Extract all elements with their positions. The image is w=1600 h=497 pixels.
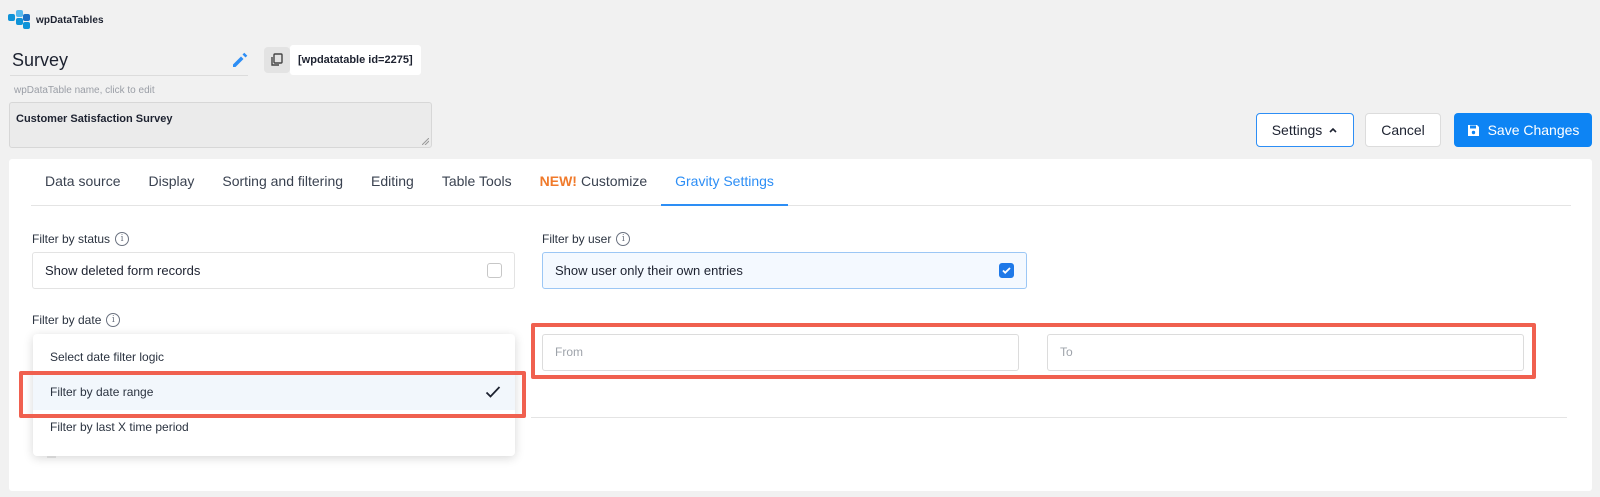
- show-deleted-records-checkbox[interactable]: [487, 263, 502, 278]
- tab-gravity-settings[interactable]: Gravity Settings: [661, 159, 788, 206]
- floppy-disk-icon: [1467, 124, 1479, 136]
- dropdown-option-last-x-period[interactable]: Filter by last X time period: [33, 410, 515, 445]
- filter-status-label: Filter by status i: [32, 232, 130, 246]
- hidden-checkbox-edge: [47, 456, 56, 458]
- filter-date-label: Filter by date i: [32, 313, 121, 327]
- resize-grip-icon[interactable]: [422, 138, 429, 145]
- tab-data-source[interactable]: Data source: [31, 159, 134, 206]
- new-badge: NEW!: [539, 173, 577, 189]
- dropdown-option-select-logic[interactable]: Select date filter logic: [33, 340, 515, 375]
- filter-status-label-text: Filter by status: [32, 232, 111, 246]
- dropdown-option-date-range[interactable]: Filter by date range: [33, 375, 515, 410]
- tab-table-tools[interactable]: Table Tools: [428, 159, 526, 206]
- filter-user-label-text: Filter by user: [542, 232, 612, 246]
- date-from-input[interactable]: From: [542, 334, 1019, 371]
- settings-button[interactable]: Settings: [1256, 113, 1354, 147]
- table-name-hint: wpDataTable name, click to edit: [14, 85, 155, 96]
- show-deleted-records-label: Show deleted form records: [45, 263, 201, 278]
- date-filter-logic-dropdown[interactable]: Select date filter logic Filter by date …: [33, 334, 515, 456]
- show-deleted-records-option[interactable]: Show deleted form records: [32, 252, 515, 289]
- own-entries-option[interactable]: Show user only their own entries: [542, 252, 1027, 289]
- checkmark-icon: [485, 386, 501, 398]
- table-name[interactable]: Survey: [10, 44, 248, 76]
- save-changes-label: Save Changes: [1487, 122, 1580, 138]
- wpdatatables-logo-icon: [8, 10, 30, 30]
- filter-user-label: Filter by user i: [542, 232, 631, 246]
- info-icon[interactable]: i: [115, 232, 130, 246]
- copy-icon: [271, 53, 283, 66]
- tab-editing[interactable]: Editing: [357, 159, 428, 206]
- info-icon[interactable]: i: [106, 313, 121, 327]
- tab-customize-label: Customize: [580, 173, 648, 189]
- filter-date-label-text: Filter by date: [32, 313, 102, 327]
- tab-display[interactable]: Display: [134, 159, 208, 206]
- tab-customize[interactable]: NEW! Customize: [526, 159, 661, 206]
- pencil-icon[interactable]: [230, 50, 250, 70]
- chevron-up-icon: [1329, 127, 1337, 133]
- table-name-editor[interactable]: Survey: [10, 44, 248, 76]
- date-to-input[interactable]: To: [1047, 334, 1524, 371]
- checkmark-icon: [1002, 267, 1011, 274]
- cancel-button[interactable]: Cancel: [1365, 113, 1441, 147]
- copy-shortcode-button[interactable]: [264, 47, 290, 73]
- own-entries-checkbox[interactable]: [999, 263, 1014, 278]
- own-entries-label: Show user only their own entries: [555, 263, 743, 278]
- settings-tabs: Data source Display Sorting and filterin…: [31, 159, 1571, 206]
- table-description-field[interactable]: Customer Satisfaction Survey: [9, 102, 432, 148]
- dropdown-option-date-range-label: Filter by date range: [50, 385, 154, 399]
- tab-sorting-filtering[interactable]: Sorting and filtering: [208, 159, 357, 206]
- save-changes-button[interactable]: Save Changes: [1454, 113, 1592, 147]
- section-divider: [531, 417, 1567, 418]
- settings-button-label: Settings: [1271, 122, 1323, 138]
- info-icon[interactable]: i: [616, 232, 631, 246]
- brand-name: wpDataTables: [36, 14, 104, 26]
- brand-logo: wpDataTables: [8, 10, 104, 30]
- table-description: Customer Satisfaction Survey: [16, 113, 173, 125]
- shortcode-label[interactable]: [wpdatatable id=2275]: [290, 45, 421, 75]
